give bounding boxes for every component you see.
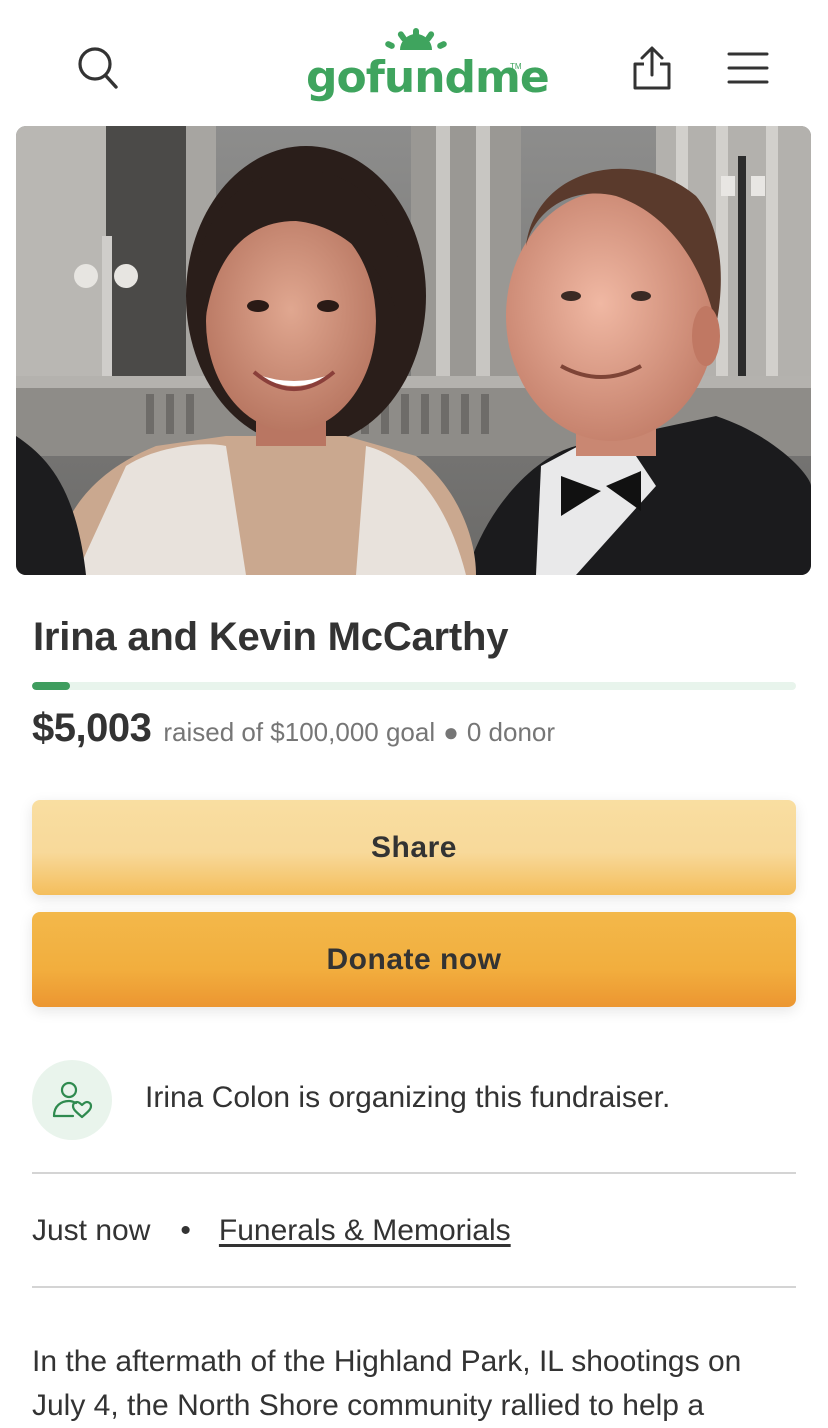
donate-now-button[interactable]: Donate now [32, 912, 796, 1007]
section-divider [32, 1172, 796, 1174]
share-upload-icon [633, 46, 671, 90]
progress-bar [32, 682, 796, 690]
campaign-hero-image [16, 126, 811, 575]
stats-bullet: ● [443, 717, 459, 747]
section-divider [32, 1286, 796, 1288]
meta-bullet: • [180, 1214, 191, 1247]
goal-text: raised of $100,000 goal [163, 717, 436, 747]
share-button[interactable]: Share [32, 800, 796, 895]
search-button[interactable] [72, 42, 124, 94]
campaign-title: Irina and Kevin McCarthy [33, 615, 509, 659]
organizer-text: Irina Colon is organizing this fundraise… [145, 1081, 671, 1114]
campaign-story: In the aftermath of the Highland Park, I… [32, 1345, 742, 1422]
person-heart-icon [52, 1081, 93, 1119]
campaign-meta: Just now • Funerals & Memorials [32, 1208, 511, 1254]
raised-amount: $5,003 [32, 706, 152, 750]
donor-count: 0 donor [466, 717, 556, 747]
top-nav-bar: gofundme TM [0, 0, 828, 126]
logo-sun-icon [385, 28, 447, 50]
share-page-button[interactable] [624, 42, 680, 94]
search-icon [78, 47, 118, 89]
created-time: Just now [32, 1214, 151, 1247]
logo-wordmark: gofundme [306, 52, 550, 103]
progress-bar-fill [32, 682, 71, 690]
gofundme-logo[interactable]: gofundme TM [306, 28, 550, 110]
organizer-row: Irina Colon is organizing this fundraise… [32, 1060, 796, 1140]
organizer-avatar [32, 1060, 112, 1140]
couple-photo [16, 126, 811, 575]
hamburger-menu-icon [727, 52, 769, 84]
category-link[interactable]: Funerals & Memorials [219, 1214, 511, 1248]
logo-trademark: TM [510, 62, 522, 71]
fundraising-stats: $5,003 raised of $100,000 goal ● 0 donor [32, 706, 555, 760]
menu-button[interactable] [722, 44, 774, 92]
